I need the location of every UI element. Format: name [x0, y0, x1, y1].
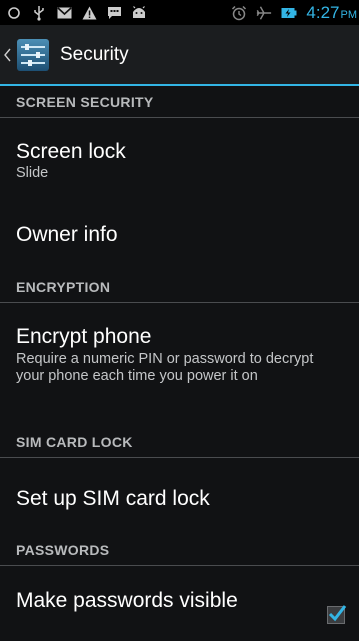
battery-charging-icon — [281, 5, 297, 21]
pref-encrypt-phone-title: Encrypt phone — [16, 325, 152, 348]
pref-make-passwords-visible-title: Make passwords visible — [16, 589, 238, 612]
gmail-icon — [56, 5, 72, 21]
clock-ampm: PM — [340, 8, 358, 21]
pref-encrypt-phone[interactable]: Encrypt phone Require a numeric PIN or p… — [0, 303, 359, 426]
pref-screen-lock[interactable]: Screen lock Slide — [0, 118, 359, 204]
message-icon — [106, 5, 122, 21]
pref-owner-info[interactable]: Owner info — [0, 204, 359, 271]
checkmark-icon — [328, 605, 347, 622]
preference-list: SCREEN SECURITY Screen lock Slide Owner … — [0, 86, 359, 638]
pref-screen-lock-summary: Slide — [16, 165, 49, 181]
airplane-mode-icon — [256, 5, 272, 21]
up-navigation-icon[interactable] — [4, 47, 12, 63]
section-header-passwords: PASSWORDS — [0, 534, 359, 566]
make-passwords-visible-checkbox[interactable] — [327, 605, 347, 624]
alarm-icon — [231, 5, 247, 21]
pref-screen-lock-title: Screen lock — [16, 140, 126, 163]
pref-owner-info-title: Owner info — [16, 223, 118, 246]
security-settings-screen: 4:27 PM Security SCREEN SECURITY Screen … — [0, 0, 359, 641]
clock: 4:27 PM — [306, 3, 357, 23]
section-header-encryption: ENCRYPTION — [0, 271, 359, 303]
pref-make-passwords-visible[interactable]: Make passwords visible — [0, 566, 359, 638]
settings-sliders-icon[interactable] — [14, 36, 52, 74]
pref-sim-card-lock[interactable]: Set up SIM card lock — [0, 458, 359, 534]
pref-sim-card-lock-title: Set up SIM card lock — [16, 487, 210, 510]
section-header-screen-security: SCREEN SECURITY — [0, 86, 359, 118]
warning-icon — [81, 5, 97, 21]
circle-outline-icon — [6, 5, 22, 21]
android-debug-icon — [131, 5, 147, 21]
status-bar: 4:27 PM — [0, 0, 359, 25]
pref-encrypt-phone-summary: Require a numeric PIN or password to dec… — [16, 351, 314, 384]
clock-time: 4:27 — [306, 2, 340, 22]
usb-icon — [31, 5, 47, 21]
section-header-sim-card-lock: SIM CARD LOCK — [0, 426, 359, 458]
page-title: Security — [60, 43, 129, 65]
action-bar: Security — [0, 25, 359, 86]
